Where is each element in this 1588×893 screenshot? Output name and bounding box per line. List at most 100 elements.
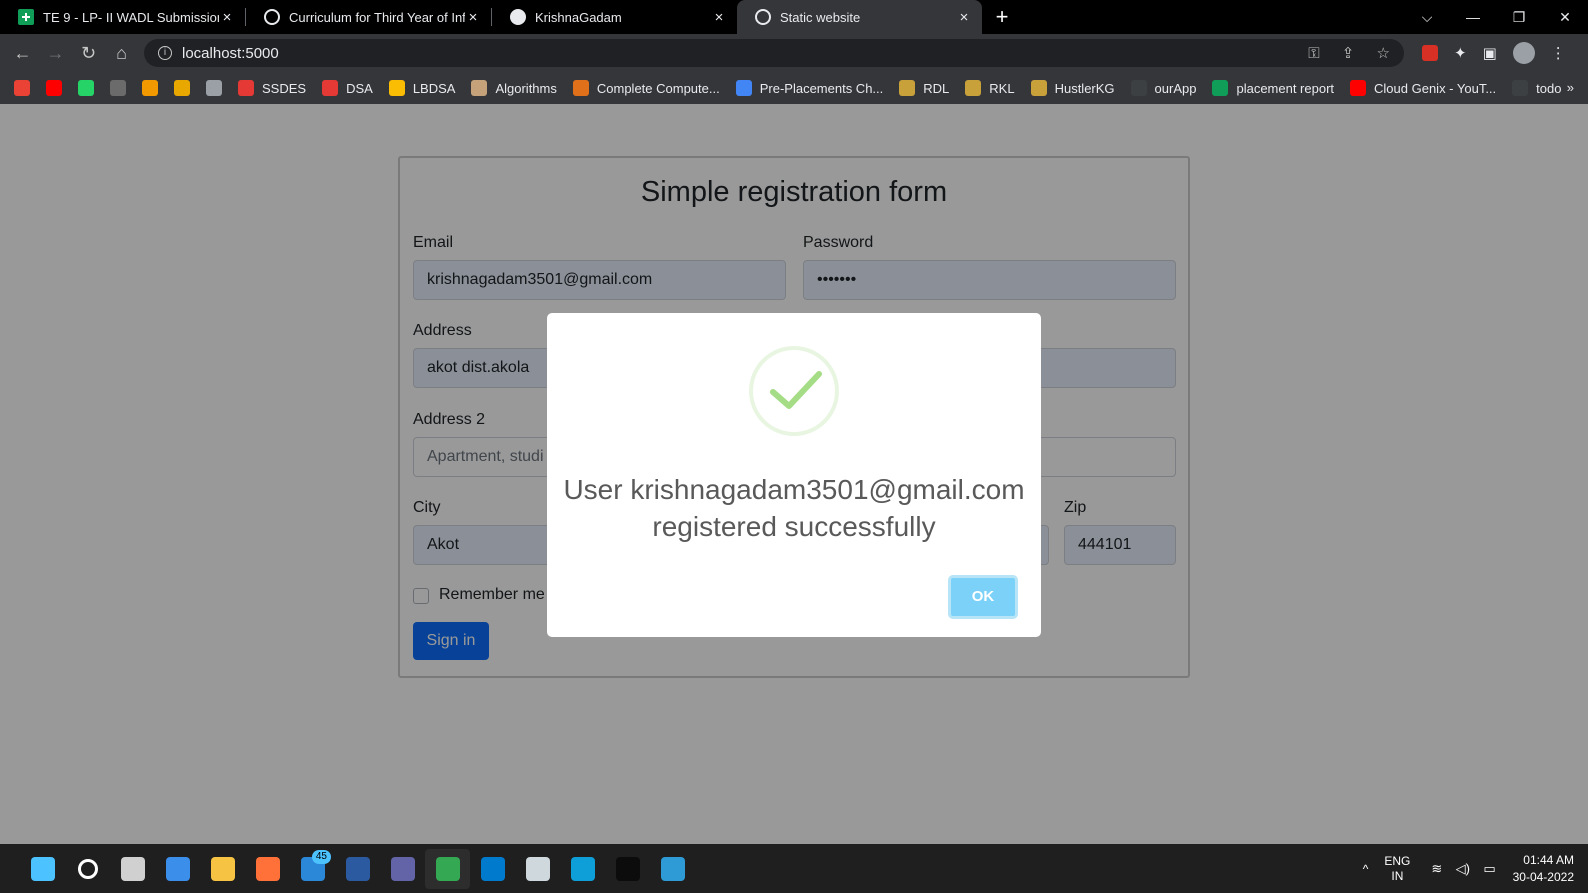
bookmark-item[interactable] bbox=[46, 80, 62, 96]
bookmark-item[interactable]: RKL bbox=[965, 80, 1015, 96]
bookmark-item[interactable] bbox=[142, 80, 158, 96]
taskbar-search-button[interactable] bbox=[65, 849, 110, 889]
tab-static-website[interactable]: Static website × bbox=[737, 0, 982, 34]
side-panel-icon[interactable]: ▣ bbox=[1483, 44, 1497, 62]
home-icon[interactable]: ⌂ bbox=[105, 43, 138, 64]
bookmark-item[interactable] bbox=[78, 80, 94, 96]
forward-icon[interactable]: → bbox=[39, 43, 72, 64]
bookmark-item[interactable]: Complete Compute... bbox=[572, 80, 720, 96]
volume-icon[interactable]: ◁) bbox=[1456, 861, 1470, 876]
taskbar-virtualbox-button[interactable] bbox=[515, 849, 560, 889]
bookmark-item[interactable]: Cloud Genix - YouT... bbox=[1350, 80, 1496, 96]
tab-curriculum[interactable]: Curriculum for Third Year of Infor × bbox=[246, 0, 491, 34]
url-text[interactable]: localhost:5000 bbox=[182, 45, 1290, 62]
bookmarks-bar: SSDES DSA LBDSA Algorithms Complete Compute.… bbox=[0, 72, 1588, 104]
reload-icon[interactable]: ↻ bbox=[72, 43, 105, 64]
restore-icon[interactable]: ❐ bbox=[1496, 0, 1542, 34]
taskbar-start-button[interactable] bbox=[20, 849, 65, 889]
region-code: IN bbox=[1391, 868, 1404, 883]
close-icon[interactable]: × bbox=[711, 9, 727, 26]
minimize-icon[interactable]: — bbox=[1450, 0, 1496, 34]
globe-icon bbox=[755, 9, 771, 25]
bookmark-label: placement report bbox=[1236, 80, 1335, 96]
puzzle-icon[interactable]: ✦ bbox=[1454, 44, 1467, 62]
browser-toolbar: ← → ↻ ⌂ i localhost:5000 ⚿ ⇪ ☆ ✦ ▣ ⋮ bbox=[0, 34, 1588, 72]
tab-search-icon[interactable]: ⌵ bbox=[1404, 0, 1450, 34]
share-icon[interactable]: ⇪ bbox=[1342, 45, 1355, 62]
success-check-icon bbox=[749, 346, 839, 436]
bookmark-favicon-icon bbox=[46, 80, 62, 96]
bookmark-label: todo bbox=[1536, 80, 1562, 96]
taskbar-terminal-button[interactable] bbox=[605, 849, 650, 889]
vscode-icon bbox=[480, 856, 505, 881]
notification-badge: 45 bbox=[311, 849, 331, 864]
close-icon[interactable]: × bbox=[956, 9, 972, 26]
bookmark-item[interactable]: HustlerKG bbox=[1030, 80, 1115, 96]
tab-submission[interactable]: TE 9 - LP- II WADL Submission A × bbox=[0, 0, 245, 34]
bookmark-item[interactable]: SSDES bbox=[238, 80, 306, 96]
clock-date: 30-04-2022 bbox=[1512, 869, 1574, 884]
taskbar-apps: 45 bbox=[20, 844, 695, 893]
dialog-message: User krishnagadam3501@gmail.com register… bbox=[563, 474, 1025, 542]
taskbar-firefox-button[interactable] bbox=[245, 849, 290, 889]
site-info-icon[interactable]: i bbox=[158, 46, 172, 60]
bookmark-item[interactable] bbox=[174, 80, 190, 96]
back-icon[interactable]: ← bbox=[6, 43, 39, 64]
close-icon[interactable]: × bbox=[219, 9, 235, 26]
extensions-area: ✦ ▣ ⋮ bbox=[1414, 42, 1574, 64]
sheets-icon bbox=[18, 9, 34, 25]
terminal-icon bbox=[615, 856, 640, 881]
bookmark-item[interactable]: Pre-Placements Ch... bbox=[735, 80, 884, 96]
bookmark-label: ourApp bbox=[1154, 80, 1197, 96]
close-icon[interactable]: × bbox=[465, 9, 481, 26]
bookmarks-overflow-icon[interactable]: » bbox=[1567, 80, 1574, 95]
taskbar-powershell-button[interactable] bbox=[335, 849, 380, 889]
address-bar[interactable]: i localhost:5000 ⚿ ⇪ ☆ bbox=[144, 39, 1404, 67]
taskbar-chrome-button[interactable] bbox=[425, 848, 470, 889]
bookmark-item[interactable]: placement report bbox=[1212, 80, 1334, 96]
battery-icon[interactable]: ▭ bbox=[1483, 861, 1495, 876]
taskbar-widgets-button[interactable] bbox=[155, 849, 200, 889]
taskbar-mail-button[interactable]: 45 bbox=[290, 849, 335, 889]
search-icon bbox=[77, 858, 98, 879]
bookmark-favicon-icon bbox=[14, 80, 30, 96]
teams-icon bbox=[390, 856, 415, 881]
bookmark-favicon-icon bbox=[735, 80, 752, 96]
bookmark-item[interactable]: RDL bbox=[899, 80, 949, 96]
bookmark-item[interactable]: DSA bbox=[322, 80, 373, 96]
key-icon[interactable]: ⚿ bbox=[1308, 45, 1319, 62]
language-indicator[interactable]: ENG IN bbox=[1384, 854, 1410, 884]
success-dialog: User krishnagadam3501@gmail.com register… bbox=[547, 313, 1041, 637]
bookmark-favicon-icon bbox=[388, 80, 405, 96]
ok-button[interactable]: OK bbox=[948, 575, 1018, 619]
taskbar-teams-button[interactable] bbox=[380, 849, 425, 889]
taskbar-vscode-button[interactable] bbox=[470, 849, 515, 889]
bookmark-label: Pre-Placements Ch... bbox=[759, 80, 884, 96]
bookmark-item[interactable] bbox=[110, 80, 126, 96]
taskbar-task-view-button[interactable] bbox=[110, 849, 155, 889]
star-icon[interactable]: ☆ bbox=[1377, 45, 1390, 62]
bookmark-item[interactable] bbox=[206, 80, 222, 96]
tray-chevron-icon[interactable]: ^ bbox=[1363, 862, 1369, 876]
windows-taskbar: 45 ^ ENG IN ≋ ◁) ▭ 01:44 AM 30-04-2022 bbox=[0, 844, 1588, 893]
extension-badge-icon[interactable] bbox=[1422, 45, 1438, 61]
bookmark-item[interactable]: Algorithms bbox=[471, 80, 557, 96]
bookmark-favicon-icon bbox=[965, 80, 982, 96]
omnibox-actions: ⚿ ⇪ ☆ bbox=[1290, 44, 1390, 62]
bookmark-item[interactable]: todo bbox=[1512, 80, 1561, 96]
bookmark-item[interactable]: ourApp bbox=[1130, 80, 1197, 96]
taskbar-edge-button[interactable] bbox=[560, 849, 605, 889]
start-icon bbox=[30, 856, 55, 881]
taskbar-browser-app-button[interactable] bbox=[650, 849, 695, 889]
new-tab-button[interactable]: + bbox=[982, 0, 1022, 34]
taskbar-file-explorer-button[interactable] bbox=[200, 849, 245, 889]
clock[interactable]: 01:44 AM 30-04-2022 bbox=[1513, 852, 1574, 886]
bookmark-item[interactable] bbox=[14, 80, 30, 96]
profile-avatar[interactable] bbox=[1512, 42, 1535, 64]
bookmark-item[interactable]: LBDSA bbox=[388, 80, 455, 96]
window-close-icon[interactable]: ✕ bbox=[1542, 0, 1588, 34]
wifi-icon[interactable]: ≋ bbox=[1431, 861, 1442, 876]
bookmark-favicon-icon bbox=[899, 80, 916, 96]
menu-icon[interactable]: ⋮ bbox=[1551, 44, 1566, 62]
tab-krishnagadam[interactable]: KrishnaGadam × bbox=[492, 0, 737, 34]
